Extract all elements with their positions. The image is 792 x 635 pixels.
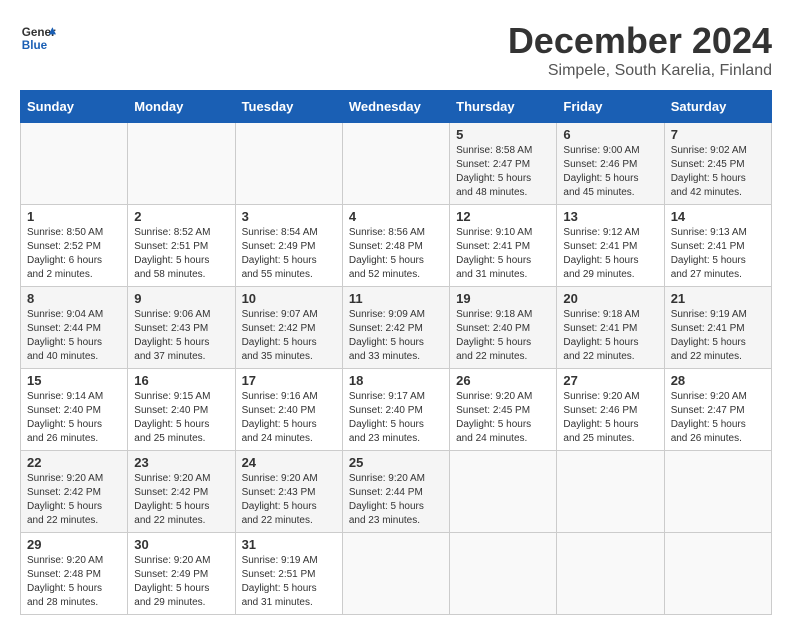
empty-cell	[664, 451, 771, 533]
empty-cell	[450, 451, 557, 533]
day-18: 18 Sunrise: 9:17 AMSunset: 2:40 PMDaylig…	[342, 369, 449, 451]
day-31: 31 Sunrise: 9:19 AMSunset: 2:51 PMDaylig…	[235, 533, 342, 615]
empty-cell	[664, 533, 771, 615]
day-1: 1 Sunrise: 8:50 AMSunset: 2:52 PMDayligh…	[21, 205, 128, 287]
day-27: 27 Sunrise: 9:20 AMSunset: 2:46 PMDaylig…	[557, 369, 664, 451]
day-17: 17 Sunrise: 9:16 AMSunset: 2:40 PMDaylig…	[235, 369, 342, 451]
week-row-6: 29 Sunrise: 9:20 AMSunset: 2:48 PMDaylig…	[21, 533, 772, 615]
col-monday: Monday	[128, 91, 235, 123]
day-15: 15 Sunrise: 9:14 AMSunset: 2:40 PMDaylig…	[21, 369, 128, 451]
day-13: 13 Sunrise: 9:12 AMSunset: 2:41 PMDaylig…	[557, 205, 664, 287]
empty-cell	[21, 123, 128, 205]
day-25: 25 Sunrise: 9:20 AMSunset: 2:44 PMDaylig…	[342, 451, 449, 533]
col-friday: Friday	[557, 91, 664, 123]
empty-cell	[342, 533, 449, 615]
empty-cell	[557, 533, 664, 615]
day-30: 30 Sunrise: 9:20 AMSunset: 2:49 PMDaylig…	[128, 533, 235, 615]
logo: General Blue	[20, 20, 56, 56]
day-3: 3 Sunrise: 8:54 AMSunset: 2:49 PMDayligh…	[235, 205, 342, 287]
day-23: 23 Sunrise: 9:20 AMSunset: 2:42 PMDaylig…	[128, 451, 235, 533]
logo-icon: General Blue	[20, 20, 56, 56]
day-28: 28 Sunrise: 9:20 AMSunset: 2:47 PMDaylig…	[664, 369, 771, 451]
week-row-3: 8 Sunrise: 9:04 AMSunset: 2:44 PMDayligh…	[21, 287, 772, 369]
empty-cell	[235, 123, 342, 205]
day-8: 8 Sunrise: 9:04 AMSunset: 2:44 PMDayligh…	[21, 287, 128, 369]
col-tuesday: Tuesday	[235, 91, 342, 123]
day-22: 22 Sunrise: 9:20 AMSunset: 2:42 PMDaylig…	[21, 451, 128, 533]
day-24: 24 Sunrise: 9:20 AMSunset: 2:43 PMDaylig…	[235, 451, 342, 533]
day-19: 19 Sunrise: 9:18 AMSunset: 2:40 PMDaylig…	[450, 287, 557, 369]
col-sunday: Sunday	[21, 91, 128, 123]
month-title: December 2024	[508, 20, 772, 62]
empty-cell	[450, 533, 557, 615]
header: General Blue December 2024 Simpele, Sout…	[20, 20, 772, 80]
week-row-5: 22 Sunrise: 9:20 AMSunset: 2:42 PMDaylig…	[21, 451, 772, 533]
day-4: 4 Sunrise: 8:56 AMSunset: 2:48 PMDayligh…	[342, 205, 449, 287]
day-26: 26 Sunrise: 9:20 AMSunset: 2:45 PMDaylig…	[450, 369, 557, 451]
day-5: 5 Sunrise: 8:58 AMSunset: 2:47 PMDayligh…	[450, 123, 557, 205]
col-saturday: Saturday	[664, 91, 771, 123]
calendar-table: Sunday Monday Tuesday Wednesday Thursday…	[20, 90, 772, 615]
week-row-4: 15 Sunrise: 9:14 AMSunset: 2:40 PMDaylig…	[21, 369, 772, 451]
empty-cell	[128, 123, 235, 205]
day-16: 16 Sunrise: 9:15 AMSunset: 2:40 PMDaylig…	[128, 369, 235, 451]
week-row-1: 5 Sunrise: 8:58 AMSunset: 2:47 PMDayligh…	[21, 123, 772, 205]
location-subtitle: Simpele, South Karelia, Finland	[508, 62, 772, 80]
col-wednesday: Wednesday	[342, 91, 449, 123]
empty-cell	[342, 123, 449, 205]
svg-text:Blue: Blue	[22, 39, 48, 52]
title-section: December 2024 Simpele, South Karelia, Fi…	[508, 20, 772, 80]
day-2: 2 Sunrise: 8:52 AMSunset: 2:51 PMDayligh…	[128, 205, 235, 287]
day-29: 29 Sunrise: 9:20 AMSunset: 2:48 PMDaylig…	[21, 533, 128, 615]
week-row-2: 1 Sunrise: 8:50 AMSunset: 2:52 PMDayligh…	[21, 205, 772, 287]
day-20: 20 Sunrise: 9:18 AMSunset: 2:41 PMDaylig…	[557, 287, 664, 369]
day-10: 10 Sunrise: 9:07 AMSunset: 2:42 PMDaylig…	[235, 287, 342, 369]
day-6: 6 Sunrise: 9:00 AMSunset: 2:46 PMDayligh…	[557, 123, 664, 205]
day-21: 21 Sunrise: 9:19 AMSunset: 2:41 PMDaylig…	[664, 287, 771, 369]
day-9: 9 Sunrise: 9:06 AMSunset: 2:43 PMDayligh…	[128, 287, 235, 369]
day-11: 11 Sunrise: 9:09 AMSunset: 2:42 PMDaylig…	[342, 287, 449, 369]
day-12: 12 Sunrise: 9:10 AMSunset: 2:41 PMDaylig…	[450, 205, 557, 287]
header-row: Sunday Monday Tuesday Wednesday Thursday…	[21, 91, 772, 123]
day-14: 14 Sunrise: 9:13 AMSunset: 2:41 PMDaylig…	[664, 205, 771, 287]
col-thursday: Thursday	[450, 91, 557, 123]
day-7: 7 Sunrise: 9:02 AMSunset: 2:45 PMDayligh…	[664, 123, 771, 205]
empty-cell	[557, 451, 664, 533]
